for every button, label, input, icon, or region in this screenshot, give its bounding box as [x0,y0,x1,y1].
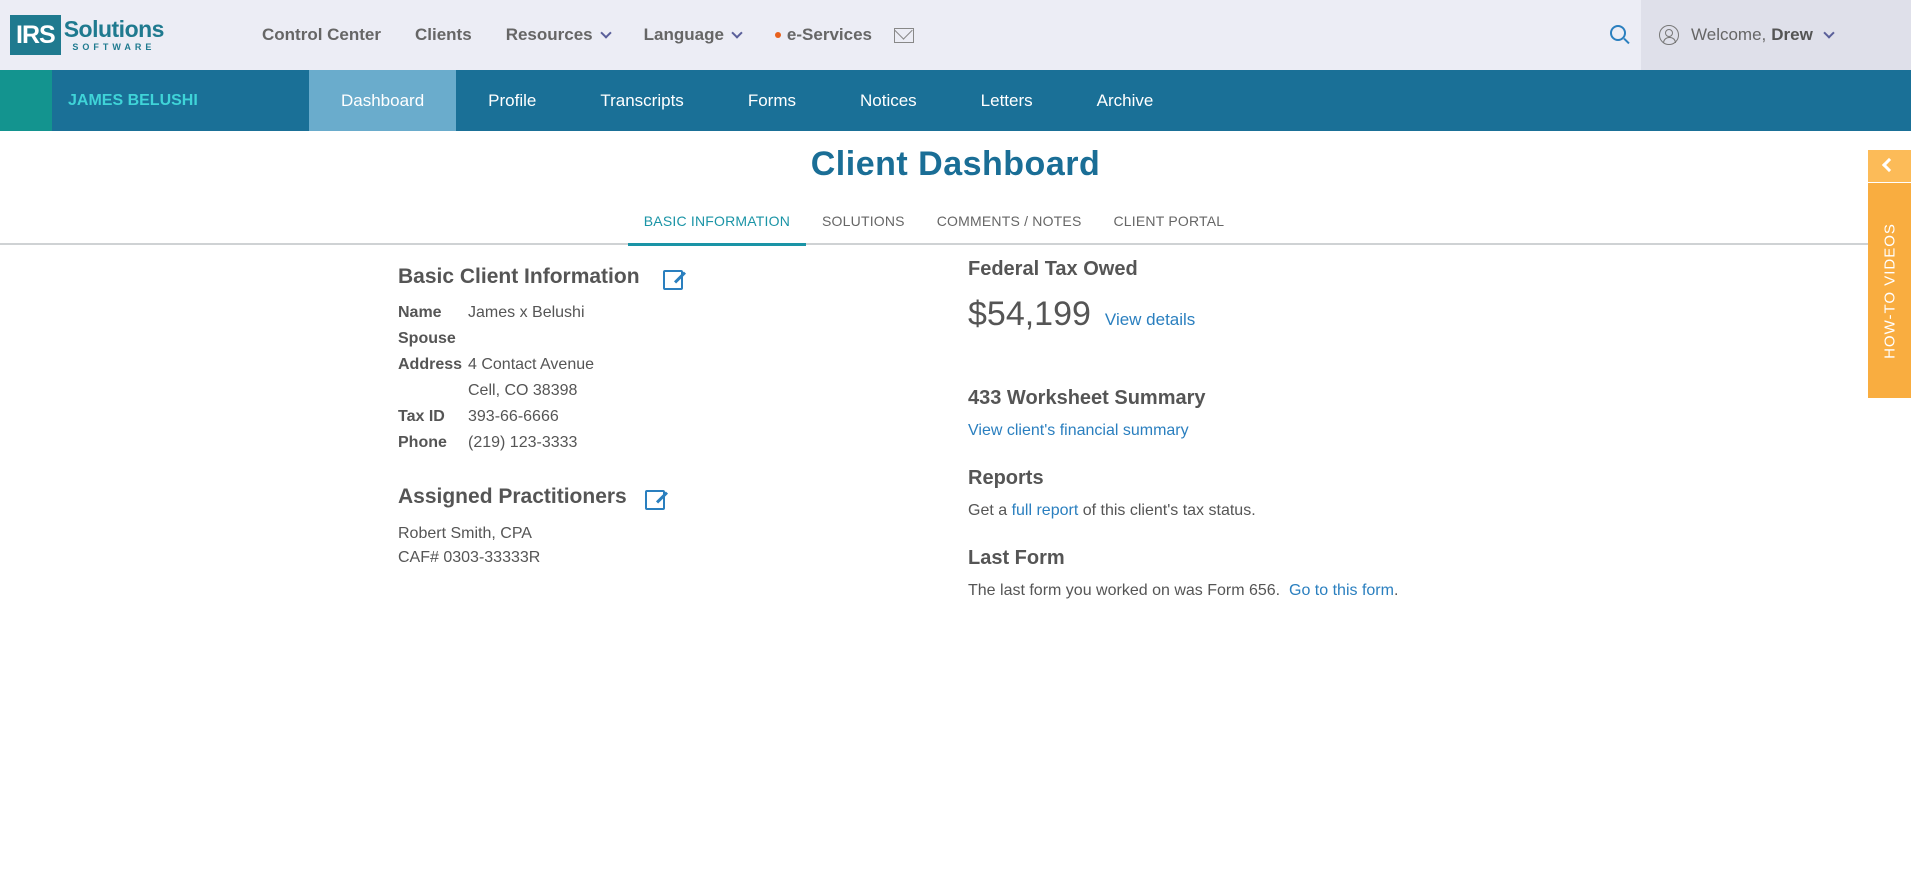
chevron-down-icon [731,27,743,39]
client-tabs: Dashboard Profile Transcripts Forms Noti… [309,70,1185,131]
name-value: James x Belushi [468,304,585,321]
info-row-address: Address 4 Contact Avenue [398,352,594,378]
last-form-text: The last form you worked on was Form 656… [968,582,1398,600]
taxid-value: 393-66-6666 [468,408,559,425]
chevron-down-icon [1823,27,1835,39]
nav-messages[interactable] [894,27,914,43]
federal-tax-amount-row: $54,199 View details [968,295,1195,334]
basic-info-heading: Basic Client Information [398,265,640,288]
subtab-solutions[interactable]: SOLUTIONS [806,205,921,245]
info-row-phone: Phone (219) 123-3333 [398,430,594,456]
accent-block [0,70,52,131]
search-icon[interactable] [1610,25,1626,41]
subtab-basic-information[interactable]: BASIC INFORMATION [627,205,807,246]
last-form-description: The last form you worked on was Form 656… [968,582,1290,599]
edit-icon[interactable] [663,270,683,290]
spouse-label: Spouse [398,330,456,347]
reports-suffix: of this client's tax status. [1078,502,1256,519]
subtab-client-portal[interactable]: CLIENT PORTAL [1098,205,1241,245]
nav-language[interactable]: Language [643,25,743,45]
reports-text: Get a full report of this client's tax s… [968,502,1256,520]
tab-letters[interactable]: Letters [949,70,1065,131]
top-header: IRS Solutions SOFTWARE Control Center Cl… [0,0,1911,70]
tab-profile[interactable]: Profile [456,70,568,131]
last-form-heading: Last Form [968,547,1065,569]
dashboard-subtabs: BASIC INFORMATION SOLUTIONS COMMENTS / N… [0,205,1868,246]
client-nav-bar: JAMES BELUSHI Dashboard Profile Transcri… [0,70,1911,131]
taxid-label: Tax ID [398,408,445,425]
logo-word: Solutions [63,16,165,42]
irs-solutions-logo[interactable]: IRS Solutions SOFTWARE [10,15,164,55]
practitioner-name: Robert Smith, CPA [398,525,532,542]
address-line1: 4 Contact Avenue [468,356,595,373]
how-to-videos-tab[interactable]: HOW-TO VIDEOS [1868,183,1911,398]
chevron-left-icon [1881,157,1897,173]
info-row-spouse: Spouse [398,326,594,352]
side-panel-toggle[interactable] [1868,150,1911,182]
last-form-suffix: . [1393,582,1399,599]
nav-resources[interactable]: Resources [505,25,612,45]
practitioner-caf: CAF# 0303-33333R [398,549,541,566]
tab-transcripts[interactable]: Transcripts [568,70,715,131]
edit-icon[interactable] [645,490,665,510]
nav-control-center-label: Control Center [262,25,381,44]
info-row-name: Name James x Belushi [398,300,594,326]
address-spacer [398,378,468,404]
how-to-videos-label: HOW-TO VIDEOS [1881,222,1898,359]
logo-sub: SOFTWARE [72,42,156,52]
basic-info-table: Name James x Belushi Spouse Address 4 Co… [398,300,594,456]
reports-prefix: Get a [968,502,1012,519]
tab-forms[interactable]: Forms [716,70,828,131]
info-row-address2: Cell, CO 38398 [398,378,594,404]
tab-notices[interactable]: Notices [828,70,949,131]
practitioner-info: Robert Smith, CPA CAF# 0303-33333R [398,522,540,570]
nav-control-center[interactable]: Control Center [262,25,381,45]
page-title: Client Dashboard [810,145,1101,183]
view-details-link[interactable]: View details [1105,310,1195,330]
federal-tax-heading: Federal Tax Owed [968,258,1138,280]
logo-box: IRS [10,15,61,55]
tab-dashboard[interactable]: Dashboard [309,70,457,131]
logo-text: Solutions SOFTWARE [63,16,165,52]
address-label: Address [398,356,463,373]
main-nav: Control Center Clients Resources Languag… [262,0,948,70]
go-to-form-link[interactable]: Go to this form [1289,582,1394,599]
phone-label: Phone [398,434,447,451]
tab-archive[interactable]: Archive [1065,70,1186,131]
nav-eservices[interactable]: e-Services [774,25,872,45]
info-row-taxid: Tax ID 393-66-6666 [398,404,594,430]
reports-heading: Reports [968,467,1044,489]
welcome-text: Welcome, [1691,25,1767,44]
user-name: Drew [1771,25,1813,44]
financial-summary-link[interactable]: View client's financial summary [968,422,1189,440]
nav-clients[interactable]: Clients [415,25,472,45]
client-name[interactable]: JAMES BELUSHI [68,70,198,131]
nav-clients-label: Clients [415,25,472,44]
nav-resources-label: Resources [505,25,593,44]
address-line2: Cell, CO 38398 [468,382,578,399]
federal-tax-amount: $54,199 [968,295,1091,333]
status-dot-icon [774,32,781,38]
phone-value: (219) 123-3333 [468,434,578,451]
assigned-practitioners-heading: Assigned Practitioners [398,485,627,508]
name-label: Name [398,304,442,321]
full-report-link[interactable]: full report [1012,502,1079,519]
user-menu[interactable]: Welcome, Drew [1641,0,1911,70]
subtab-comments-notes[interactable]: COMMENTS / NOTES [921,205,1098,245]
nav-language-label: Language [643,25,724,44]
user-icon [1659,25,1679,45]
chevron-down-icon [599,27,612,39]
nav-eservices-label: e-Services [786,25,872,44]
worksheet-heading: 433 Worksheet Summary [968,387,1206,409]
mail-icon [894,27,914,43]
